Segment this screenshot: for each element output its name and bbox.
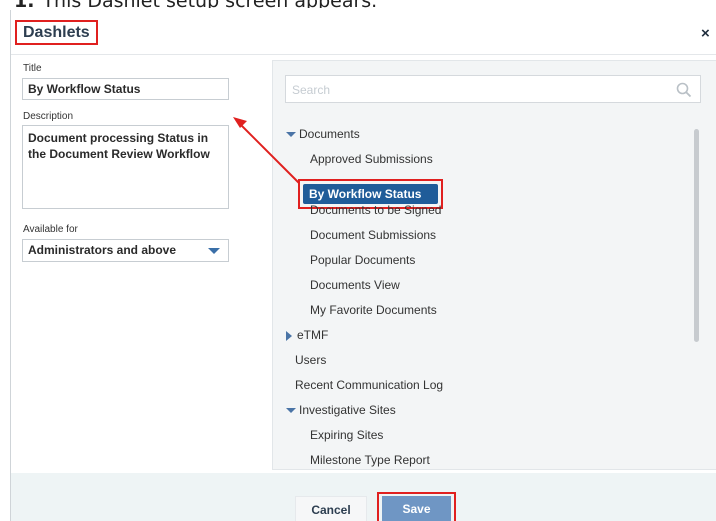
cancel-button[interactable]: Cancel: [295, 496, 367, 521]
instruction-caption: 1. This Dashlet setup screen appears.: [14, 0, 377, 8]
caption-text: This Dashlet setup screen appears.: [42, 0, 377, 8]
description-label: Description: [23, 111, 74, 122]
search-input[interactable]: Search: [285, 75, 701, 103]
tree-item[interactable]: Popular Documents: [310, 253, 415, 267]
save-button[interactable]: Save: [382, 496, 451, 521]
header-divider: [11, 54, 716, 55]
tree-group-documents[interactable]: Documents: [286, 127, 360, 141]
available-for-select[interactable]: Administrators and above: [22, 239, 229, 262]
caret-down-icon: [286, 132, 296, 138]
close-icon[interactable]: ×: [701, 25, 710, 42]
tree-item[interactable]: Expiring Sites: [310, 428, 383, 442]
tree-item[interactable]: Approved Submissions: [310, 152, 433, 166]
tree-item[interactable]: Document Submissions: [310, 228, 436, 242]
step-number: 1.: [14, 0, 34, 8]
dashlet-tree-panel: Search Documents Approved Submissions By…: [272, 60, 716, 470]
search-icon[interactable]: [676, 82, 692, 98]
dashlets-dialog: Dashlets × Title By Workflow Status Desc…: [10, 10, 716, 521]
tree-item[interactable]: My Favorite Documents: [310, 303, 437, 317]
available-for-label: Available for: [23, 224, 78, 235]
tree-group-investigative-sites[interactable]: Investigative Sites: [286, 403, 396, 417]
tree-group-label: Documents: [299, 127, 360, 141]
tree-item[interactable]: Recent Communication Log: [295, 378, 443, 392]
scrollbar[interactable]: [694, 129, 699, 342]
tree-item-selected[interactable]: By Workflow Status: [303, 184, 438, 204]
title-label: Title: [23, 63, 42, 74]
save-button-highlight: Save: [377, 492, 456, 521]
caret-down-icon: [286, 408, 296, 414]
dialog-footer: Cancel Save: [11, 473, 716, 521]
tree-item[interactable]: Milestone Type Report: [310, 453, 430, 467]
tree-group-label: Investigative Sites: [299, 403, 396, 417]
chevron-down-icon: [208, 248, 220, 254]
caret-right-icon: [286, 330, 292, 341]
title-input[interactable]: By Workflow Status: [22, 78, 229, 100]
tree-item[interactable]: Documents to be Signed: [310, 203, 441, 217]
dialog-title: Dashlets: [15, 20, 98, 45]
available-for-value: Administrators and above: [28, 243, 177, 257]
description-textarea[interactable]: Document processing Status in the Docume…: [22, 125, 229, 209]
tree-item[interactable]: Documents View: [310, 278, 400, 292]
tree-group-etmf[interactable]: eTMF: [286, 328, 328, 342]
tree-group-label: eTMF: [297, 328, 329, 342]
search-placeholder: Search: [292, 83, 331, 97]
tree-item[interactable]: Users: [295, 353, 326, 367]
